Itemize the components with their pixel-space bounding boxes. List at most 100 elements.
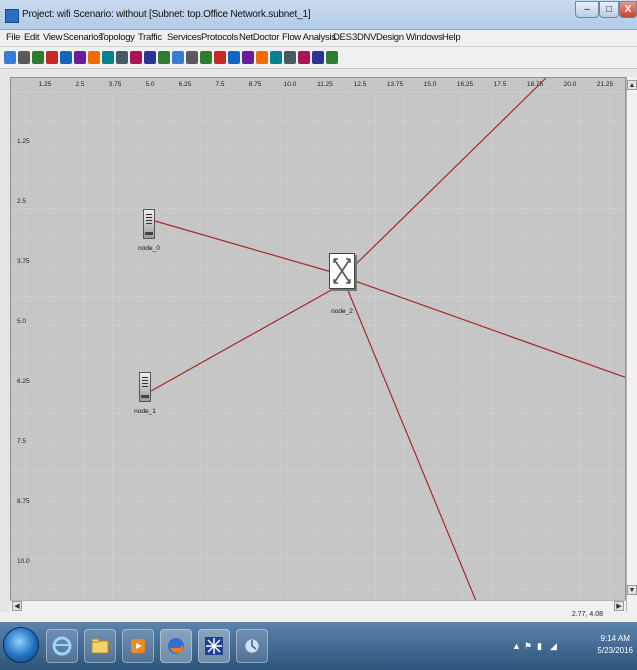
- node-1-icon[interactable]: [139, 372, 151, 402]
- menu-protocols[interactable]: Protocols: [201, 32, 238, 43]
- ruler-x-tick: 18.75: [526, 81, 544, 88]
- table-icon[interactable]: [228, 51, 240, 64]
- network-workspace[interactable]: 1.25 2.5 3.75 5.0 6.25 7.5 8.75 10.0 11.25 12.5 13…: [10, 77, 626, 612]
- horizontal-ruler: 1.25 2.5 3.75 5.0 6.25 7.5 8.75 10.0 11.25 12.5 13…: [11, 78, 625, 92]
- tray-chevron-icon[interactable]: ▲: [512, 641, 521, 651]
- workspace-grid: [11, 78, 626, 612]
- open-icon[interactable]: [4, 51, 16, 64]
- ruler-y-tick: 2.5: [17, 198, 27, 205]
- link-icon[interactable]: [144, 51, 156, 64]
- menu-help[interactable]: Help: [442, 32, 461, 43]
- import-icon[interactable]: [46, 51, 58, 64]
- check-icon[interactable]: [172, 51, 184, 64]
- menu-topology[interactable]: Topology: [99, 32, 135, 43]
- ruler-x-tick: 17.5: [493, 81, 507, 88]
- export-icon[interactable]: [326, 51, 338, 64]
- ruler-y-tick: 1.25: [17, 138, 30, 145]
- node-2-label: node_2: [331, 308, 353, 315]
- print-icon[interactable]: [32, 51, 44, 64]
- menu-view[interactable]: View: [43, 32, 63, 43]
- ruler-y-tick: 10.0: [17, 558, 30, 565]
- maximize-button[interactable]: □: [599, 1, 619, 18]
- menu-services[interactable]: Services: [167, 32, 201, 43]
- cursor-coordinates: 2.77, 4.08: [571, 611, 603, 618]
- vertical-scrollbar[interactable]: ▲ ▼: [626, 77, 637, 612]
- horizontal-scrollbar[interactable]: ◀ ▶: [10, 600, 626, 612]
- tray-volume-icon[interactable]: ◢: [550, 641, 557, 652]
- clock-date: 5/23/2016: [597, 646, 633, 655]
- scroll-right-arrow[interactable]: ▶: [614, 601, 624, 611]
- app-taskbar-button[interactable]: [236, 629, 268, 663]
- tray-network-icon[interactable]: ▮: [537, 641, 542, 652]
- tree-icon[interactable]: [186, 51, 198, 64]
- menu-netdoctor[interactable]: NetDoctor: [239, 32, 279, 43]
- ruler-x-tick: 1.25: [38, 81, 52, 88]
- ruler-x-tick: 8.75: [248, 81, 262, 88]
- link-node2-top[interactable]: [351, 78, 547, 269]
- explorer-taskbar-button[interactable]: [84, 629, 116, 663]
- scroll-down-arrow[interactable]: ▼: [627, 585, 637, 595]
- ruler-x-tick: 3.75: [108, 81, 122, 88]
- opnet-taskbar-button[interactable]: [198, 629, 230, 663]
- graph-icon[interactable]: [284, 51, 296, 64]
- tray-clock[interactable]: 9:14 AM 5/23/2016: [597, 633, 633, 657]
- ruler-x-tick: 6.25: [178, 81, 192, 88]
- menu-file[interactable]: File: [6, 32, 20, 43]
- zoom-in-icon[interactable]: [102, 51, 114, 64]
- folder-icon: [91, 638, 109, 654]
- status-bar: 2.77, 4.08: [0, 611, 637, 622]
- menu-edit[interactable]: Edit: [24, 32, 39, 43]
- scroll-left-arrow[interactable]: ◀: [12, 601, 22, 611]
- grid-icon[interactable]: [214, 51, 226, 64]
- left-frame: [0, 69, 10, 620]
- firefox-icon: [168, 638, 184, 654]
- menu-scenarios[interactable]: Scenarios: [63, 32, 103, 43]
- close-button[interactable]: X: [619, 1, 637, 18]
- tray-flag-icon[interactable]: ⚑: [524, 641, 532, 652]
- menu-flow-analysis[interactable]: Flow Analysis: [282, 32, 336, 43]
- node-0-label: node_0: [138, 245, 160, 252]
- ruler-x-tick: 21.25: [596, 81, 614, 88]
- flow-icon[interactable]: [242, 51, 254, 64]
- zoom-out-icon[interactable]: [116, 51, 128, 64]
- menu-3dnv[interactable]: 3DNV: [352, 32, 376, 43]
- media-player-icon: [131, 639, 145, 653]
- top-frame: [10, 69, 637, 77]
- model-icon[interactable]: [60, 51, 72, 64]
- link-node2-bottom[interactable]: [346, 287, 481, 612]
- ruler-x-tick: 11.25: [317, 81, 333, 88]
- save-icon[interactable]: [18, 51, 30, 64]
- scroll-up-arrow[interactable]: ▲: [627, 80, 637, 90]
- stat-icon[interactable]: [200, 51, 212, 64]
- palette-icon[interactable]: [74, 51, 86, 64]
- menu-traffic[interactable]: Traffic: [138, 32, 162, 43]
- ruler-x-tick: 20.0: [563, 81, 577, 88]
- ruler-y-tick: 7.5: [17, 438, 27, 445]
- switch-arrows-icon: [333, 258, 351, 284]
- link-icon-2[interactable]: [158, 51, 170, 64]
- node-0-icon[interactable]: [143, 209, 155, 239]
- title-bar: Project: wifi Scenario: without [Subnet:…: [0, 0, 637, 30]
- config-icon[interactable]: [298, 51, 310, 64]
- app-icon-taskbar: [244, 638, 260, 654]
- node-icon[interactable]: [130, 51, 142, 64]
- ruler-y-tick: 8.75: [17, 498, 30, 505]
- link-node2-right[interactable]: [354, 280, 626, 378]
- menu-bar: File Edit View Scenarios Topology Traffi…: [0, 30, 637, 47]
- node-2-switch-icon[interactable]: [329, 253, 355, 289]
- menu-design[interactable]: Design: [376, 32, 404, 43]
- report-icon[interactable]: [312, 51, 324, 64]
- dashboard-icon[interactable]: [270, 51, 282, 64]
- minimize-button[interactable]: –: [575, 1, 599, 18]
- link-node1-node2[interactable]: [150, 283, 343, 392]
- menu-des[interactable]: DES: [333, 32, 352, 43]
- ruler-x-tick: 15.0: [423, 81, 437, 88]
- ie-taskbar-button[interactable]: [46, 629, 78, 663]
- opnet-icon: [205, 637, 223, 655]
- wand-icon[interactable]: [256, 51, 268, 64]
- media-player-taskbar-button[interactable]: [122, 629, 154, 663]
- menu-windows[interactable]: Windows: [406, 32, 443, 43]
- start-button[interactable]: [3, 627, 39, 663]
- object-icon[interactable]: [88, 51, 100, 64]
- firefox-taskbar-button[interactable]: [160, 629, 192, 663]
